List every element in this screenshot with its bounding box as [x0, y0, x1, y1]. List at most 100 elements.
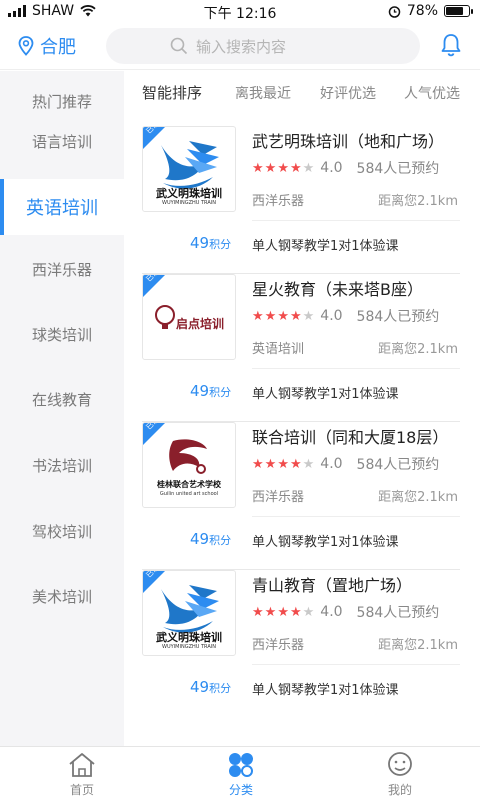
course-name: 单人钢琴教学1对1体验课: [252, 239, 399, 254]
star-rating: ★ ★ ★ ★ ★: [252, 606, 314, 619]
list-item[interactable]: 武义明珠培训 WUYIMINGZHU TRAIN 已认证 青山教育（置地广场） …: [142, 570, 460, 718]
star-icon: ★: [264, 308, 277, 324]
star-icon: ★: [302, 308, 315, 324]
list-item[interactable]: 桂林联合艺术学校 Guilin united art school 已认证 联合…: [142, 422, 460, 570]
category-label: 西洋乐器: [252, 490, 305, 505]
search-input[interactable]: 输入搜索内容: [106, 28, 420, 64]
appointment-count: 584人已预约: [356, 161, 440, 177]
sidebar-item-label: 语言培训: [31, 132, 92, 151]
star-icon: ★: [277, 604, 289, 620]
sidebar-item-label: 驾校培训: [31, 522, 92, 541]
sort-option-best-rated[interactable]: 好评优选: [320, 83, 376, 103]
star-icon: ★: [289, 456, 302, 472]
star-icon: ★: [302, 604, 315, 620]
sidebar-item-online-education[interactable]: 在线教育: [0, 371, 124, 427]
bell-icon[interactable]: [440, 33, 462, 57]
tab-home[interactable]: 首页: [42, 751, 122, 798]
category-label: 西洋乐器: [252, 638, 305, 653]
logo-subtext: WUYIMINGZHU TRAIN: [162, 644, 216, 650]
category-sidebar: 热门推荐 语言培训 英语培训 西洋乐器 球类培训 在线教育 书法培训 驾校培训 …: [0, 71, 124, 746]
location-pin-icon: [18, 36, 34, 56]
distance-label: 距离您2.1km: [378, 342, 458, 357]
rating-row: ★ ★ ★ ★ ★ 4.0 584人已预约: [252, 454, 439, 474]
battery-icon: [444, 5, 473, 17]
sidebar-item-label: 在线教育: [31, 390, 92, 409]
distance-label: 距离您2.1km: [378, 490, 458, 505]
star-icon: ★: [289, 160, 302, 176]
sidebar-item-language[interactable]: 语言培训: [0, 113, 124, 169]
sidebar-item-english[interactable]: 英语培训: [0, 179, 124, 235]
star-rating: ★ ★ ★ ★ ★: [252, 162, 314, 175]
card-divider: [252, 664, 460, 665]
school-logo: 桂林联合艺术学校 Guilin united art school 已认证: [142, 422, 236, 508]
points-price: 49积分: [190, 382, 232, 400]
distance-label: 距离您2.1km: [378, 638, 458, 653]
sidebar-item-label: 球类培训: [31, 325, 92, 344]
star-icon: ★: [252, 604, 264, 620]
course-name: 单人钢琴教学1对1体验课: [252, 683, 399, 698]
bottom-tab-bar: 首页 分类 我的: [0, 746, 480, 800]
logo-text: 启点培训: [175, 317, 224, 331]
sort-option-nearest[interactable]: 离我最近: [235, 83, 291, 103]
sidebar-item-label: 书法培训: [31, 456, 92, 475]
school-logo: 启点培训 已认证: [142, 274, 236, 360]
star-rating: ★ ★ ★ ★ ★: [252, 310, 314, 323]
sidebar-item-label: 热门推荐: [31, 92, 92, 111]
sidebar-item-driving-school[interactable]: 驾校培训: [0, 503, 124, 559]
star-icon: ★: [302, 160, 315, 176]
rating-score: 4.0: [320, 308, 343, 324]
points-price: 49积分: [190, 234, 232, 252]
sidebar-item-western-instruments[interactable]: 西洋乐器: [0, 241, 124, 297]
card-divider: [252, 516, 460, 517]
logo-text: 武义明珠培训: [156, 187, 222, 200]
logo-text: 桂林联合艺术学校: [157, 480, 221, 489]
tab-label: 首页: [69, 783, 94, 797]
sidebar-item-calligraphy[interactable]: 书法培训: [0, 437, 124, 493]
star-icon: ★: [277, 456, 289, 472]
status-bar: SHAW 下午 12:16 78%: [0, 0, 480, 22]
school-logo: 武义明珠培训 WUYIMINGZHU TRAIN 已认证: [142, 126, 236, 212]
star-icon: ★: [264, 456, 277, 472]
category-icon: [229, 753, 253, 777]
star-icon: ★: [264, 160, 277, 176]
search-placeholder: 输入搜索内容: [196, 37, 287, 56]
school-title: 青山教育（置地广场）: [252, 576, 413, 595]
course-name: 单人钢琴教学1对1体验课: [252, 387, 399, 402]
sidebar-item-art[interactable]: 美术培训: [0, 568, 124, 624]
tab-label: 分类: [228, 783, 253, 797]
rating-score: 4.0: [320, 160, 343, 176]
school-title: 武艺明珠培训（地和广场）: [252, 132, 445, 151]
star-icon: ★: [252, 160, 264, 176]
points-price: 49积分: [190, 678, 232, 696]
list-item[interactable]: 武义明珠培训 WUYIMINGZHU TRAIN 已认证 武艺明珠培训（地和广场…: [142, 126, 460, 274]
rating-score: 4.0: [320, 604, 343, 620]
profile-icon: [388, 752, 412, 776]
city-name: 合肥: [40, 37, 76, 58]
sidebar-item-label: 西洋乐器: [31, 260, 92, 279]
rating-row: ★ ★ ★ ★ ★ 4.0 584人已预约: [252, 602, 439, 622]
rating-row: ★ ★ ★ ★ ★ 4.0 584人已预约: [252, 306, 439, 326]
card-divider: [252, 368, 460, 369]
sort-option-popular[interactable]: 人气优选: [404, 83, 460, 103]
logo-subtext: Guilin united art school: [159, 491, 219, 497]
rating-row: ★ ★ ★ ★ ★ 4.0 584人已预约: [252, 158, 439, 178]
rating-score: 4.0: [320, 456, 343, 472]
school-logo: 武义明珠培训 WUYIMINGZHU TRAIN 已认证: [142, 570, 236, 656]
star-icon: ★: [302, 456, 315, 472]
sidebar-item-ball-sports[interactable]: 球类培训: [0, 306, 124, 362]
sidebar-item-label: 英语培训: [26, 198, 98, 219]
city-selector[interactable]: 合肥: [18, 33, 76, 59]
tab-profile[interactable]: 我的: [360, 751, 440, 798]
course-name: 单人钢琴教学1对1体验课: [252, 535, 399, 550]
tab-category[interactable]: 分类: [201, 751, 281, 798]
school-title: 联合培训（同和大厦18层）: [252, 428, 449, 447]
list-item[interactable]: 启点培训 已认证 星火教育（未来塔B座） ★★★★★ 4.0 584人已预约 英…: [142, 274, 460, 422]
sort-bar: 智能排序 离我最近 好评优选 人气优选: [124, 71, 480, 115]
home-icon: [69, 753, 95, 777]
logo-text: 武义明珠培训: [156, 631, 222, 644]
sort-option-smart[interactable]: 智能排序: [142, 82, 202, 103]
tab-label: 我的: [387, 783, 412, 797]
category-label: 西洋乐器: [252, 194, 305, 209]
star-icon: ★: [252, 456, 264, 472]
distance-label: 距离您2.1km: [378, 194, 458, 209]
